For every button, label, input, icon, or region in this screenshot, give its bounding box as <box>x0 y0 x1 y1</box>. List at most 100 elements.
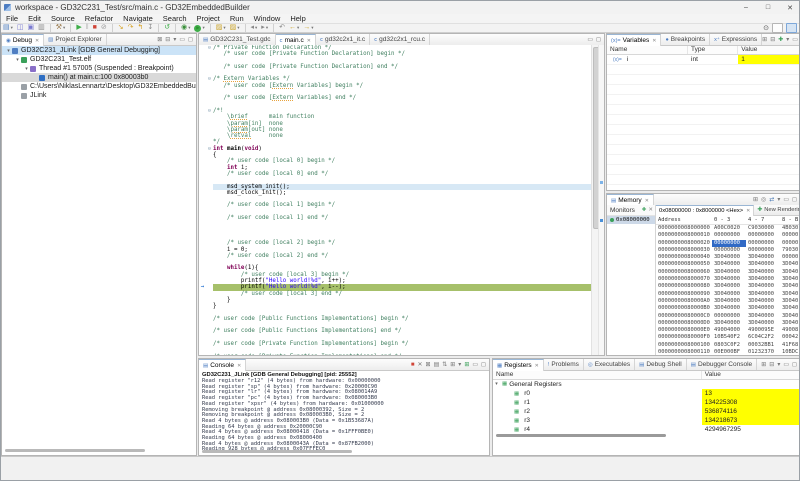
dropdown-caret-icon[interactable]: ▾ <box>266 24 268 32</box>
perspective-cpp-icon[interactable] <box>772 23 783 33</box>
search-icon[interactable]: ⊙ <box>763 24 769 32</box>
registers-hscrollbar[interactable] <box>496 434 666 437</box>
dropdown-caret-icon[interactable]: ▾ <box>223 24 225 32</box>
add-global-variables-icon[interactable]: ✚ <box>778 36 783 43</box>
clear-console-icon[interactable]: ▤ <box>434 361 440 368</box>
memory-column-8-b[interactable]: 8 - B <box>780 216 800 224</box>
memory-cell[interactable]: 3D040 <box>780 269 800 276</box>
add-memory-monitor-icon[interactable]: ✚ <box>642 207 647 213</box>
memory-cell[interactable]: 3D040 <box>780 261 800 268</box>
memory-monitor-item[interactable]: 0x08000000 <box>607 216 655 224</box>
menu-file[interactable]: File <box>1 14 23 23</box>
memory-cell[interactable]: 3D040 <box>780 320 800 327</box>
menu-navigate[interactable]: Navigate <box>118 14 158 23</box>
column-header-type[interactable]: Type <box>688 46 738 54</box>
memory-cell[interactable]: C9030000 <box>746 225 780 232</box>
debug-view-hscrollbar[interactable] <box>5 449 145 452</box>
memory-cell[interactable]: 3D040000 <box>712 261 746 268</box>
memory-cell[interactable]: 00000000 <box>746 247 780 254</box>
memory-cell[interactable]: 3D040000 <box>712 276 746 283</box>
memory-cell[interactable]: 3D040000 <box>712 305 746 312</box>
memory-row[interactable]: 00000000080000703D0400003D0400003D040 <box>656 276 800 283</box>
minimize-view-icon[interactable]: ▭ <box>783 196 789 203</box>
maximize-button[interactable]: □ <box>757 4 779 11</box>
memory-rendering-tab[interactable]: 0x08000000 : 0x8000000 <Hex> ✕ <box>656 205 754 216</box>
menu-project[interactable]: Project <box>192 14 225 23</box>
memory-cell[interactable]: 3D040000 <box>746 269 780 276</box>
close-icon[interactable]: ✕ <box>652 38 656 44</box>
back-icon[interactable]: ←▾ <box>287 24 301 32</box>
dropdown-caret-icon[interactable]: ▾ <box>297 24 299 32</box>
memory-row[interactable]: 0000000008000030000000000000000079030 <box>656 247 800 254</box>
memory-column-4-7[interactable]: 4 - 7 <box>746 216 780 224</box>
tree-item-jlink[interactable]: JLink <box>2 91 196 100</box>
disconnect-icon[interactable]: ⊘ <box>99 24 109 32</box>
memory-cell[interactable]: 3D040000 <box>746 313 780 320</box>
variables-tab-breakpoints[interactable]: ●Breakpoints <box>661 34 710 45</box>
registers-tab-debugger-console[interactable]: ▤Debugger Console <box>687 359 757 370</box>
link-renderings-icon[interactable]: ⇄ <box>769 196 774 203</box>
memory-row[interactable]: 000000000800011000E000BF0123237010BDC <box>656 349 800 356</box>
memory-row[interactable]: 00000000080001000803C0F200032BB141F68 <box>656 342 800 349</box>
restart-icon[interactable]: ↺ <box>162 24 172 32</box>
remove-memory-monitor-icon[interactable]: ✕ <box>648 207 653 213</box>
pin-console-icon[interactable]: ⊞ <box>450 361 455 368</box>
dropdown-caret-icon[interactable]: ▾ <box>237 24 239 32</box>
tree-item-gd32c231-jlink-gdb-general-debugging[interactable]: ▾GD32C231_JLink [GDB General Debugging] <box>2 46 196 55</box>
show-type-names-icon[interactable]: ⊞ <box>761 361 766 368</box>
expand-arrow-icon[interactable]: ▾ <box>5 48 12 54</box>
collapse-all-icon[interactable]: ⊟ <box>769 361 774 368</box>
memory-cell[interactable]: 00032BB1 <box>746 342 780 349</box>
memory-cell[interactable]: 49008 <box>780 327 800 334</box>
memory-cell[interactable]: 01232370 <box>746 349 780 356</box>
editor-tab-gd32c231-test-gdc[interactable]: ▤GD32C231_Test.gdc <box>199 34 276 45</box>
menu-window[interactable]: Window <box>249 14 286 23</box>
memory-cell[interactable]: 00000000 <box>712 247 746 254</box>
memory-cell[interactable]: 3D040000 <box>712 254 746 261</box>
memory-row[interactable]: 00000000080000903D0400003D0400003D040 <box>656 291 800 298</box>
memory-view-menu-icon[interactable]: ▾ <box>777 196 780 203</box>
dropdown-caret-icon[interactable]: ▾ <box>311 24 313 32</box>
memory-cell[interactable]: 3D040 <box>780 283 800 290</box>
close-icon[interactable]: ✕ <box>535 363 539 369</box>
memory-cell[interactable]: 41F68 <box>780 342 800 349</box>
memory-cell[interactable]: 3D040 <box>780 291 800 298</box>
memory-cell[interactable]: 3D040 <box>780 276 800 283</box>
tree-item-c-users-niklaslennartz-desktop-gd32embed[interactable]: C:\Users\NiklasLennartz\Desktop\GD32Embe… <box>2 82 196 91</box>
registers-tab-registers[interactable]: ▦Registers✕ <box>493 359 544 371</box>
register-row-r2[interactable]: ▦r2536874116 <box>493 407 800 416</box>
tree-item-thread-1-57005-suspended-breakpoint[interactable]: ▾Thread #1 57005 (Suspended : Breakpoint… <box>2 64 196 73</box>
new-renderings-tab[interactable]: ✚ New Renderings... <box>754 205 800 215</box>
dropdown-caret-icon[interactable]: ▾ <box>188 24 190 32</box>
memory-cell[interactable]: 10B540F2 <box>712 334 746 341</box>
step-into-icon[interactable]: ↘ <box>116 24 126 32</box>
memory-cell[interactable]: 00000 <box>780 240 800 247</box>
previous-annotation-icon[interactable]: ◂▾ <box>249 24 260 32</box>
new-c-project-icon[interactable]: ▨▾ <box>214 24 228 32</box>
memory-cell[interactable]: 00000000 <box>712 313 746 320</box>
debug-icon[interactable]: ◉▾ <box>179 24 192 32</box>
registers-column-value[interactable]: Value <box>702 371 800 379</box>
maximize-view-icon[interactable]: ◻ <box>188 36 193 43</box>
open-console-icon[interactable]: ⊞ <box>464 361 469 368</box>
close-button[interactable]: ✕ <box>779 4 800 12</box>
memory-cell[interactable]: 0803C0F2 <box>712 342 746 349</box>
menu-edit[interactable]: Edit <box>23 14 46 23</box>
memory-cell[interactable]: 3D040000 <box>712 320 746 327</box>
dropdown-caret-icon[interactable]: ▾ <box>202 24 204 32</box>
build-icon[interactable]: ⚒▾ <box>54 24 68 32</box>
memory-row[interactable]: 0000000008000000A00C0020C90300004B030 <box>656 225 800 232</box>
memory-cell[interactable]: 79030 <box>780 247 800 254</box>
tree-item-gd32c231-test-elf[interactable]: ▾GD32C231_Test.elf <box>2 55 196 64</box>
memory-cell[interactable]: 3D040000 <box>712 269 746 276</box>
memory-cell[interactable]: 3D040000 <box>746 254 780 261</box>
editor-tab-gd32c2x1-rcu-c[interactable]: ⅽgd32c2x1_rcu.c <box>370 34 430 45</box>
remove-all-launches-icon[interactable]: ⊠ <box>426 361 431 368</box>
last-edit-location-icon[interactable]: ↶ <box>277 24 287 32</box>
memory-cell[interactable]: 00000000 <box>746 240 780 247</box>
memory-cell[interactable]: 3D040000 <box>746 298 780 305</box>
console-output[interactable]: Read register "r12" (4 bytes) from hardw… <box>199 379 489 453</box>
editor-tab-gd32c2x1-it-c[interactable]: ⅽgd32c2x1_it.c <box>316 34 370 45</box>
memory-cell[interactable]: 3D040 <box>780 305 800 312</box>
registers-tab-debug-shell[interactable]: ▤Debug Shell <box>635 359 687 370</box>
